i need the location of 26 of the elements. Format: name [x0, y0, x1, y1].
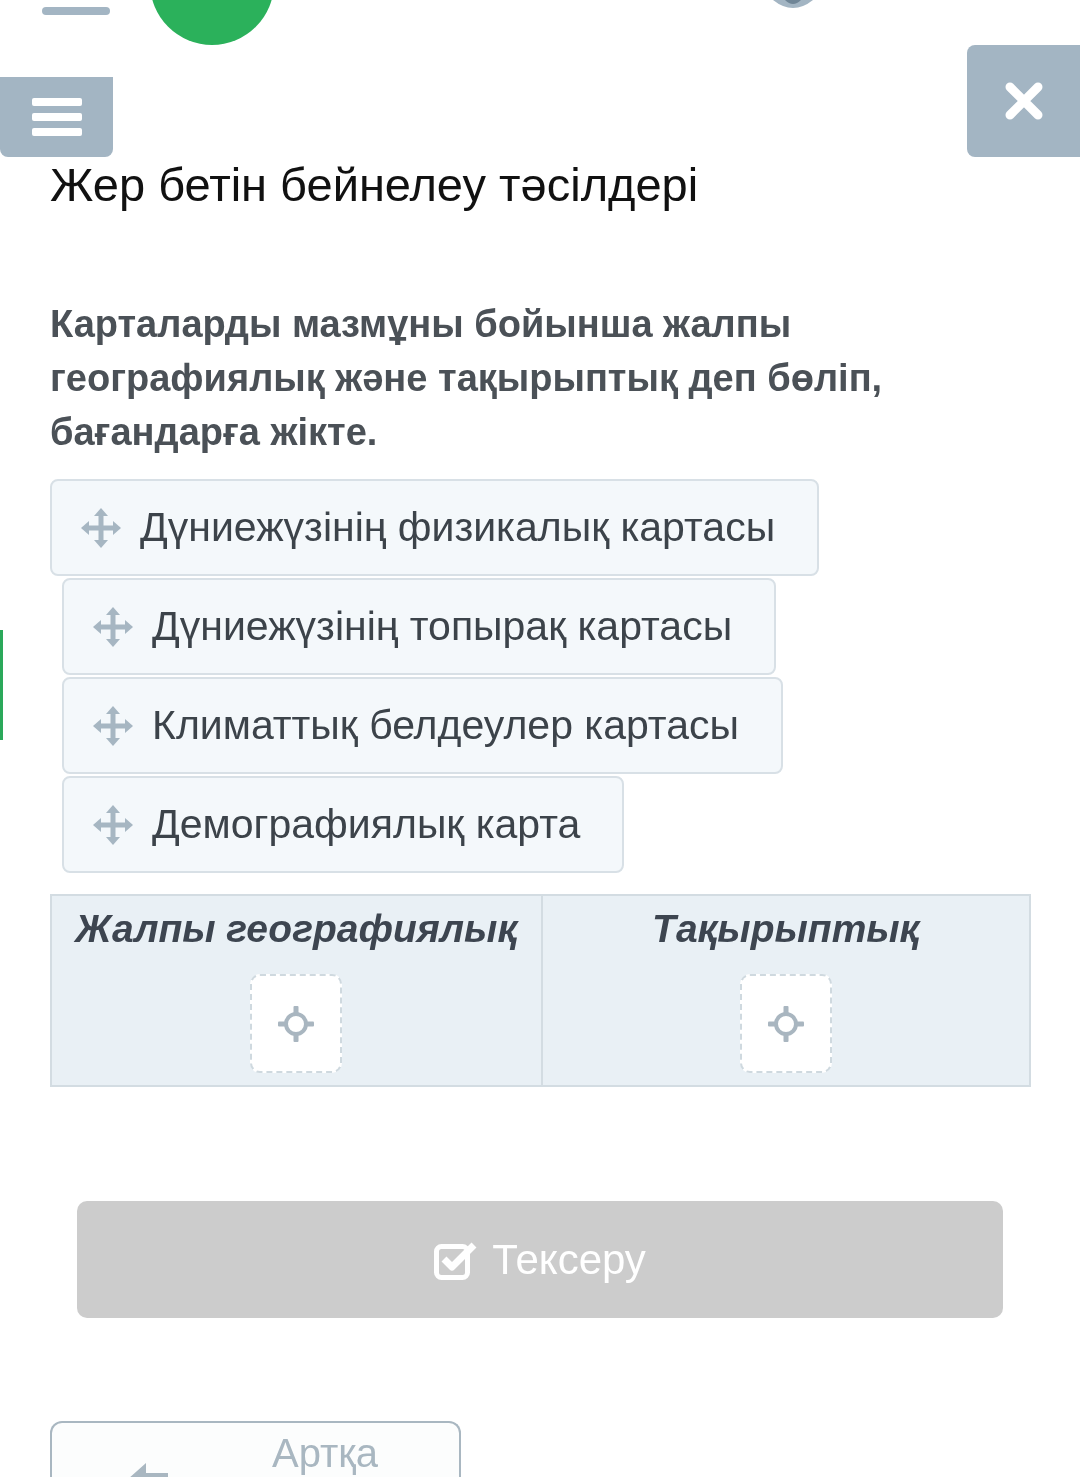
move-icon: [93, 606, 133, 647]
close-icon: [1003, 81, 1044, 121]
drop-zone[interactable]: [739, 974, 832, 1073]
column-heading: Тақырыптық: [652, 906, 920, 952]
crosshair-icon: [767, 1005, 804, 1042]
draggable-item[interactable]: Дүниежүзінің физикалық картасы: [50, 479, 820, 576]
column-heading: Жалпы географиялық: [75, 906, 518, 952]
item-label: Дүниежүзінің физикалық картасы: [140, 502, 776, 552]
draggable-item[interactable]: Климаттық белдеулер картасы: [62, 677, 783, 774]
item-label: Климаттық белдеулер картасы: [152, 700, 739, 750]
move-icon: [93, 804, 133, 845]
menu-icon: [31, 98, 82, 136]
item-label: Демографиялық карта: [152, 799, 581, 849]
page-title: Жер бетін бейнелеу тәсілдері: [50, 157, 700, 213]
item-label: Дүниежүзінің топырақ картасы: [152, 601, 733, 651]
logo-icon: [771, 0, 815, 10]
close-button[interactable]: [967, 45, 1080, 157]
draggable-item[interactable]: Демографиялық карта: [62, 776, 625, 873]
move-icon: [81, 507, 121, 548]
dash-icon[interactable]: [42, 7, 110, 15]
draggable-item[interactable]: Дүниежүзінің топырақ картасы: [62, 578, 777, 675]
crosshair-icon: [278, 1005, 315, 1042]
menu-button[interactable]: [0, 77, 113, 157]
question-text: Карталарды мазмұны бойынша жалпы географиялық және тақырыптық деп бөліп, бағандарға жікте.: [50, 302, 884, 455]
drop-zone[interactable]: [250, 974, 343, 1073]
move-icon: [93, 705, 133, 746]
